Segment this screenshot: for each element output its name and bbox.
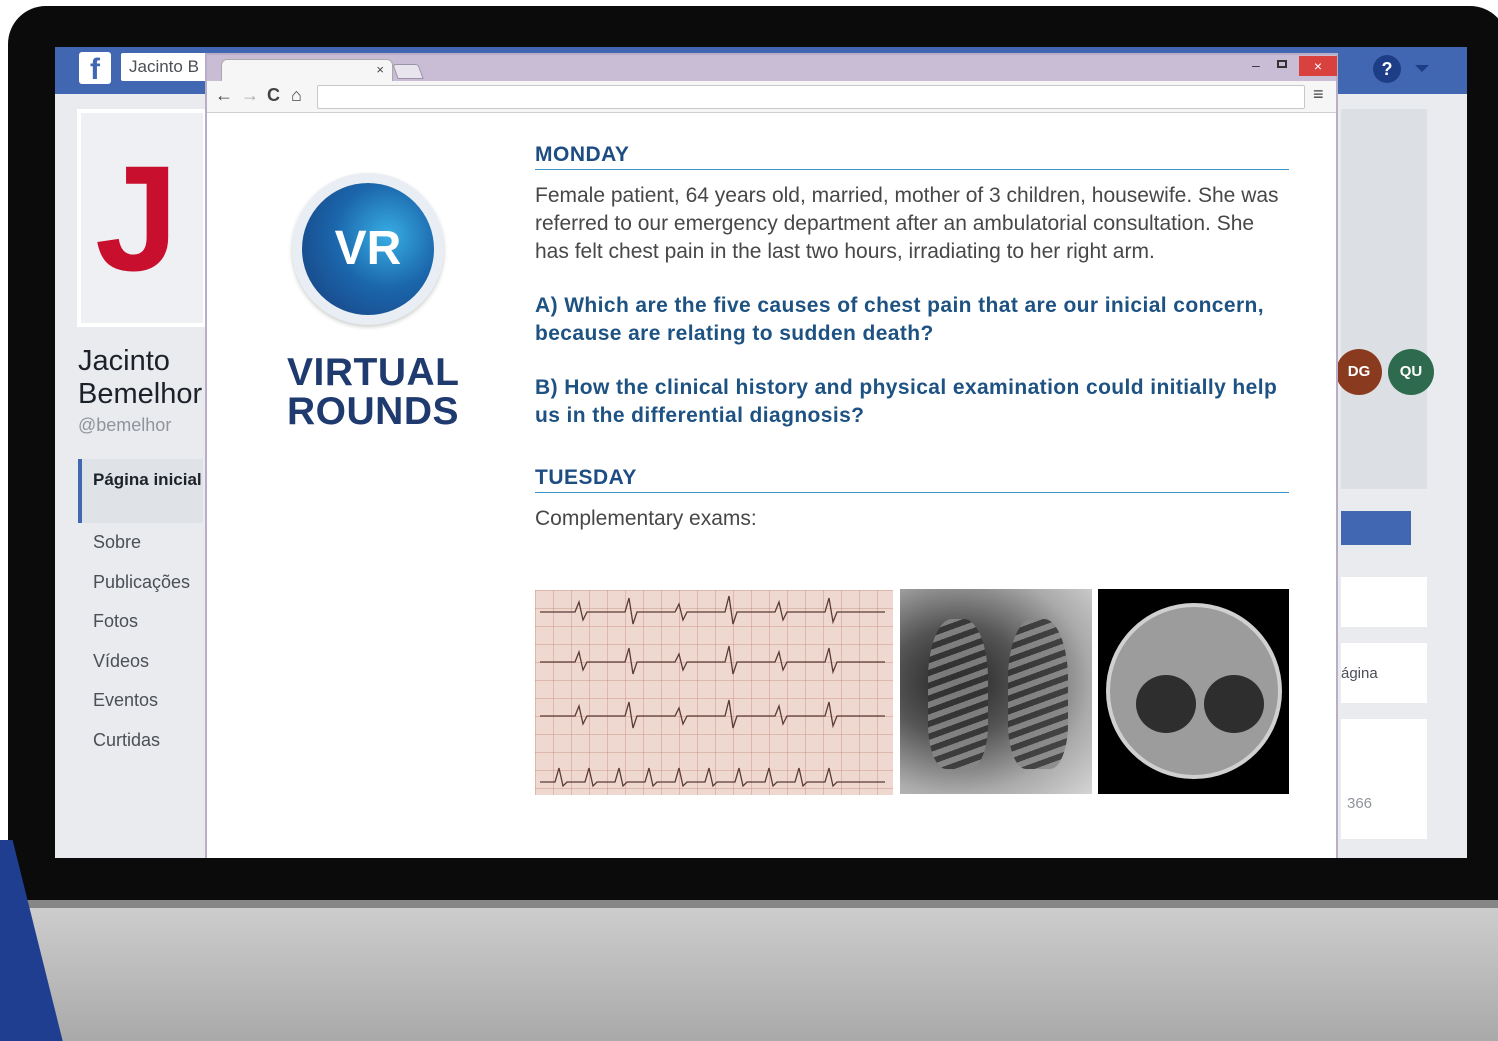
like-page-button[interactable] (1341, 511, 1411, 545)
question-a: A) Which are the five causes of chest pa… (535, 294, 1264, 345)
vr-logo-globe: VR (302, 183, 434, 315)
exams-label: Complementary exams: (535, 507, 757, 530)
laptop-base (0, 900, 1498, 1041)
side-card (1341, 577, 1427, 627)
friend-avatar-qu[interactable]: QU (1388, 349, 1434, 395)
likes-count: 366 (1347, 795, 1373, 812)
web-page: VR VIRTUAL ROUNDS MONDAY Female patient,… (207, 113, 1336, 858)
forward-arrow-icon[interactable]: → (241, 85, 259, 106)
case-content: MONDAY Female patient, 64 years old, mar… (535, 143, 1289, 531)
ct-left-lung (1136, 675, 1196, 733)
question-b: B) How the clinical history and physical… (535, 376, 1278, 427)
ct-body-section (1106, 603, 1282, 779)
page-handle[interactable]: @bemelhor (78, 415, 171, 436)
nav-item-photos[interactable]: Fotos (78, 602, 203, 642)
browser-window: × – × ← → C ⌂ ≡ VR VIRTUAL ROUNDS MONDAY… (205, 53, 1338, 858)
nav-item-posts[interactable]: Publicações (78, 563, 203, 603)
site-title-line2: ROUNDS (287, 390, 460, 433)
site-title: VIRTUAL ROUNDS (287, 353, 460, 431)
side-card: ágina (1341, 643, 1427, 703)
tuesday-heading: TUESDAY (535, 466, 1289, 493)
tab-strip: × – × (207, 55, 1337, 83)
browser-tab[interactable]: × (221, 59, 393, 83)
vr-logo-text: VR (334, 222, 402, 275)
browser-toolbar: ← → C ⌂ ≡ (207, 81, 1336, 113)
reload-icon[interactable]: C (267, 85, 280, 106)
help-icon[interactable]: ? (1373, 55, 1401, 83)
nav-item-home[interactable]: Página inicial (78, 459, 203, 523)
cover-photo-edge (1341, 109, 1427, 489)
ecg-traces (540, 595, 885, 788)
exam-images (535, 589, 1289, 796)
xray-left-lung (928, 619, 988, 769)
side-card: 366 (1341, 719, 1427, 839)
side-card-text: ágina (1341, 665, 1378, 682)
profile-picture[interactable]: J (77, 109, 207, 327)
minimize-button[interactable]: – (1252, 57, 1260, 73)
account-menu-caret-icon[interactable] (1415, 65, 1429, 72)
base-shadow (0, 900, 1498, 908)
nav-item-events[interactable]: Eventos (78, 681, 203, 721)
ecg-image[interactable] (535, 590, 893, 795)
page-sidebar-nav: Página inicial Sobre Publicações Fotos V… (78, 459, 203, 760)
case-description: Female patient, 64 years old, married, m… (535, 184, 1279, 263)
address-bar[interactable] (317, 85, 1305, 109)
friend-avatar-dg[interactable]: DG (1336, 349, 1382, 395)
page-name: Jacinto Bemelhor (78, 345, 203, 410)
site-title-line1: VIRTUAL (287, 351, 460, 394)
monday-heading: MONDAY (535, 143, 1289, 170)
tab-close-icon[interactable]: × (376, 62, 384, 77)
chest-ct-image[interactable] (1098, 589, 1289, 794)
back-arrow-icon[interactable]: ← (215, 85, 233, 106)
facebook-logo-icon[interactable]: f (79, 52, 111, 86)
ct-right-lung (1204, 675, 1264, 733)
home-icon[interactable]: ⌂ (291, 85, 302, 106)
chest-xray-image[interactable] (900, 589, 1092, 794)
xray-right-lung (1008, 619, 1068, 769)
maximize-button[interactable] (1277, 60, 1287, 68)
laptop-screen: f Jacinto B ? J Jacinto Bemelhor @bemelh… (55, 47, 1467, 858)
nav-item-likes[interactable]: Curtidas (78, 721, 203, 761)
browser-menu-icon[interactable]: ≡ (1313, 84, 1324, 105)
vr-logo: VR (292, 173, 444, 325)
nav-item-videos[interactable]: Vídeos (78, 642, 203, 682)
new-tab-button[interactable] (392, 64, 424, 79)
profile-logo-letter: J (95, 134, 179, 302)
nav-item-about[interactable]: Sobre (78, 523, 203, 563)
close-window-button[interactable]: × (1299, 56, 1337, 76)
